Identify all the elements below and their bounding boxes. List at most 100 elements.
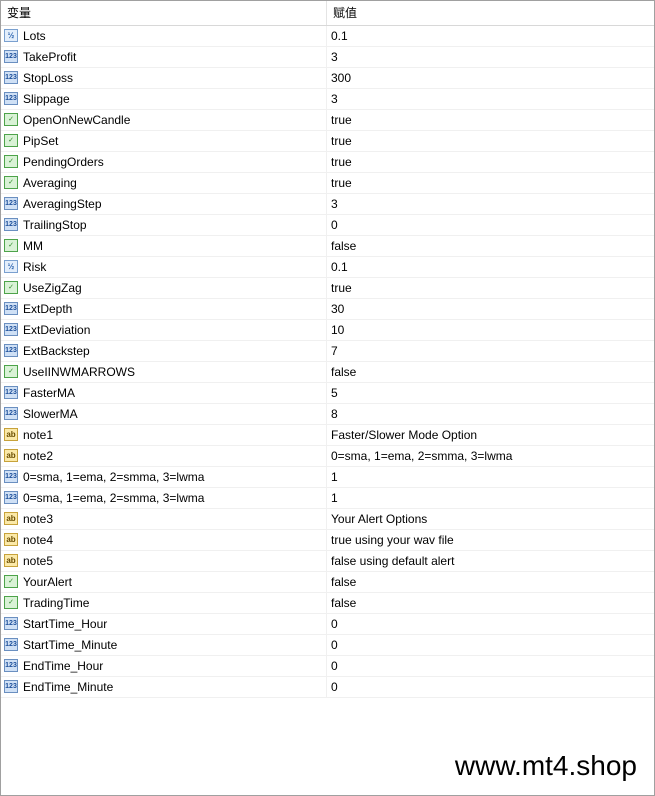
value-cell[interactable]: true (331, 131, 352, 151)
table-row[interactable]: ab note2 0=sma, 1=ema, 2=smma, 3=lwma (1, 446, 654, 467)
variable-cell: ✓ MM (1, 236, 327, 256)
value-cell[interactable]: Your Alert Options (331, 509, 427, 529)
value-cell[interactable]: 0 (331, 614, 338, 634)
variable-cell: ✓ OpenOnNewCandle (1, 110, 327, 130)
table-row[interactable]: ✓ OpenOnNewCandle true (1, 110, 654, 131)
int-type-icon: 123 (4, 386, 18, 399)
variable-name: PipSet (23, 134, 59, 148)
value-cell[interactable]: 0 (331, 677, 338, 697)
table-row[interactable]: 123 0=sma, 1=ema, 2=smma, 3=lwma 1 (1, 467, 654, 488)
variable-cell: 123 TrailingStop (1, 215, 327, 235)
table-header: 变量 赋值 (1, 1, 654, 26)
table-row[interactable]: ✓ PendingOrders true (1, 152, 654, 173)
table-row[interactable]: 123 SlowerMA 8 (1, 404, 654, 425)
table-row[interactable]: ab note4 true using your wav file (1, 530, 654, 551)
value-cell[interactable]: 7 (331, 341, 338, 361)
int-type-icon: 123 (4, 617, 18, 630)
table-row[interactable]: ✓ MM false (1, 236, 654, 257)
bool-type-icon: ✓ (4, 239, 18, 252)
table-row[interactable]: ✓ PipSet true (1, 131, 654, 152)
double-type-icon: ½ (4, 29, 18, 42)
table-row[interactable]: 123 EndTime_Minute 0 (1, 677, 654, 698)
value-cell[interactable]: false (331, 593, 356, 613)
int-type-icon: 123 (4, 470, 18, 483)
value-cell[interactable]: 5 (331, 383, 338, 403)
value-cell[interactable]: false (331, 572, 356, 592)
value-cell[interactable]: 0.1 (331, 26, 348, 46)
variable-cell: ✓ PipSet (1, 131, 327, 151)
value-cell[interactable]: 30 (331, 299, 344, 319)
value-cell[interactable]: true (331, 278, 352, 298)
table-row[interactable]: 123 StartTime_Minute 0 (1, 635, 654, 656)
variable-name: FasterMA (23, 386, 76, 400)
variable-cell: 123 0=sma, 1=ema, 2=smma, 3=lwma (1, 488, 327, 508)
variable-cell: 123 StartTime_Minute (1, 635, 327, 655)
value-cell[interactable]: 3 (331, 194, 338, 214)
column-header-variable[interactable]: 变量 (1, 1, 327, 25)
table-row[interactable]: 123 ExtDepth 30 (1, 299, 654, 320)
value-cell[interactable]: 3 (331, 89, 338, 109)
bool-type-icon: ✓ (4, 596, 18, 609)
variable-name: TrailingStop (23, 218, 87, 232)
table-row[interactable]: 123 EndTime_Hour 0 (1, 656, 654, 677)
table-row[interactable]: ½ Risk 0.1 (1, 257, 654, 278)
value-cell[interactable]: 1 (331, 488, 338, 508)
table-row[interactable]: 123 ExtDeviation 10 (1, 320, 654, 341)
variable-cell: 123 EndTime_Hour (1, 656, 327, 676)
value-cell[interactable]: false (331, 236, 356, 256)
value-cell[interactable]: true using your wav file (331, 530, 454, 550)
value-cell[interactable]: 0=sma, 1=ema, 2=smma, 3=lwma (331, 446, 512, 466)
variable-name: PendingOrders (23, 155, 104, 169)
table-row[interactable]: ✓ YourAlert false (1, 572, 654, 593)
value-cell[interactable]: 0 (331, 635, 338, 655)
table-row[interactable]: ✓ UseIINWMARROWS false (1, 362, 654, 383)
variable-name: AveragingStep (23, 197, 102, 211)
value-cell[interactable]: false (331, 362, 356, 382)
table-row[interactable]: ✓ TradingTime false (1, 593, 654, 614)
value-cell[interactable]: 0 (331, 656, 338, 676)
table-row[interactable]: 123 StartTime_Hour 0 (1, 614, 654, 635)
table-row[interactable]: 123 Slippage 3 (1, 89, 654, 110)
variable-cell: ab note5 (1, 551, 327, 571)
table-row[interactable]: ab note5 false using default alert (1, 551, 654, 572)
bool-type-icon: ✓ (4, 176, 18, 189)
table-row[interactable]: ab note1 Faster/Slower Mode Option (1, 425, 654, 446)
value-cell[interactable]: 300 (331, 68, 351, 88)
table-row[interactable]: 123 ExtBackstep 7 (1, 341, 654, 362)
table-row[interactable]: 123 FasterMA 5 (1, 383, 654, 404)
value-cell[interactable]: 0.1 (331, 257, 348, 277)
column-header-value[interactable]: 赋值 (327, 1, 357, 25)
value-cell[interactable]: 1 (331, 467, 338, 487)
int-type-icon: 123 (4, 323, 18, 336)
value-cell[interactable]: false using default alert (331, 551, 454, 571)
table-row[interactable]: 123 AveragingStep 3 (1, 194, 654, 215)
table-row[interactable]: ½ Lots 0.1 (1, 26, 654, 47)
inputs-table: ½ Lots 0.1 123 TakeProfit 3 123 StopLoss 300 123 S… (1, 26, 654, 698)
table-row[interactable]: 123 TrailingStop 0 (1, 215, 654, 236)
value-cell[interactable]: 10 (331, 320, 344, 340)
int-type-icon: 123 (4, 680, 18, 693)
int-type-icon: 123 (4, 197, 18, 210)
table-row[interactable]: ✓ UseZigZag true (1, 278, 654, 299)
variable-name: EndTime_Minute (23, 680, 114, 694)
int-type-icon: 123 (4, 344, 18, 357)
variable-cell: 123 0=sma, 1=ema, 2=smma, 3=lwma (1, 467, 327, 487)
table-row[interactable]: ✓ Averaging true (1, 173, 654, 194)
value-cell[interactable]: true (331, 110, 352, 130)
table-row[interactable]: 123 TakeProfit 3 (1, 47, 654, 68)
value-cell[interactable]: 0 (331, 215, 338, 235)
value-cell[interactable]: 8 (331, 404, 338, 424)
variable-cell: 123 ExtDepth (1, 299, 327, 319)
value-cell[interactable]: Faster/Slower Mode Option (331, 425, 477, 445)
table-row[interactable]: ab note3 Your Alert Options (1, 509, 654, 530)
value-cell[interactable]: true (331, 173, 352, 193)
value-cell[interactable]: true (331, 152, 352, 172)
table-row[interactable]: 123 StopLoss 300 (1, 68, 654, 89)
variable-cell: 123 StartTime_Hour (1, 614, 327, 634)
watermark-text: www.mt4.shop (454, 750, 637, 781)
variable-cell: ✓ Averaging (1, 173, 327, 193)
string-type-icon: ab (4, 533, 18, 546)
int-type-icon: 123 (4, 50, 18, 63)
table-row[interactable]: 123 0=sma, 1=ema, 2=smma, 3=lwma 1 (1, 488, 654, 509)
value-cell[interactable]: 3 (331, 47, 338, 67)
